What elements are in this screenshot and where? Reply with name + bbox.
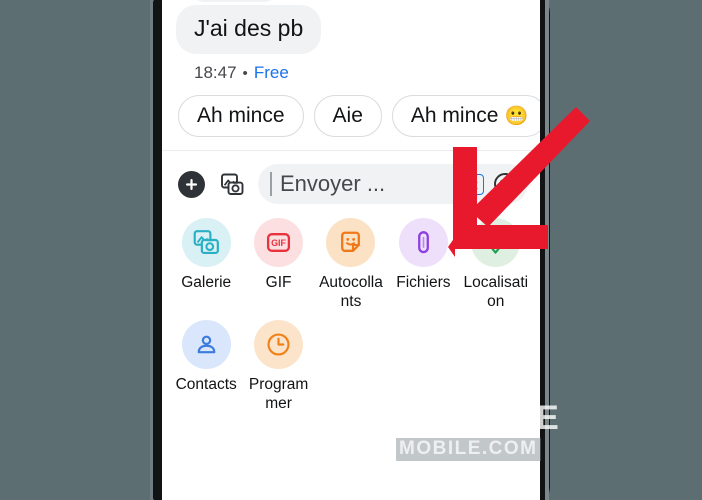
attachment-label: Autocollants (319, 274, 383, 311)
attachment-label: Fichiers (396, 274, 451, 291)
phone-screen: J'ai des pb 18:47 • Free Ah mince Aie Ah… (162, 0, 540, 500)
chip-label: Ah mince (197, 104, 285, 128)
incoming-message-text: J'ai des pb (194, 15, 304, 41)
attachment-panel: Envoyer ... 2 Galerie GIF GIF Autocollan… (162, 150, 540, 500)
attachment-grid: Galerie GIF GIF Autocollants Fichiers Lo… (162, 204, 540, 414)
attachment-item-fichiers[interactable]: Fichiers (387, 218, 459, 312)
attachment-item-localisation[interactable]: Localisation (460, 218, 532, 312)
attachment-item-contacts[interactable]: Contacts (170, 319, 242, 414)
smart-reply-chip-3[interactable]: Ah mince 😬 (391, 95, 540, 138)
sim-badge[interactable]: 2 (465, 173, 484, 195)
phone-bezel-left (150, 0, 153, 500)
gallery-icon (193, 230, 219, 255)
attachment-item-programmer[interactable]: Programmer (242, 319, 314, 414)
chip-label: Aie (332, 104, 363, 128)
composer-row: Envoyer ... 2 (162, 151, 540, 204)
plus-icon (177, 170, 205, 198)
attachment-label: Contacts (175, 375, 237, 393)
gallery-camera-icon (220, 173, 243, 195)
sticker-icon (341, 231, 361, 252)
message-timestamp: 18:47 (194, 63, 237, 83)
emoji-smiley-icon (494, 173, 516, 195)
clock-icon (267, 333, 290, 356)
gallery-camera-button[interactable] (217, 169, 247, 199)
smart-reply-chip-2[interactable]: Aie (313, 95, 382, 138)
smart-reply-chips: Ah mince Aie Ah mince 😬 (176, 95, 540, 138)
attachment-item-gif[interactable]: GIF GIF (242, 218, 314, 312)
attachment-label: Localisation (463, 274, 529, 311)
autocollants-icon-bg (326, 218, 376, 267)
gif-icon-bg: GIF (254, 218, 304, 267)
galerie-icon-bg (181, 218, 231, 267)
smart-reply-chip-1[interactable]: Ah mince (178, 95, 304, 138)
attachment-label: Programmer (248, 375, 309, 413)
conversation-area: J'ai des pb 18:47 • Free Ah mince Aie Ah… (162, 0, 540, 138)
message-input-field[interactable]: Envoyer ... 2 (258, 164, 528, 204)
gif-icon: GIF (267, 233, 291, 252)
incoming-message-bubble[interactable]: J'ai des pb (176, 5, 322, 55)
attachment-item-autocollants[interactable]: Autocollants (315, 218, 387, 312)
message-meta: 18:47 • Free (176, 63, 526, 83)
message-input-placeholder: Envoyer ... (280, 171, 386, 196)
chip-label: Ah mince (410, 104, 499, 128)
emoji-button[interactable] (492, 171, 518, 197)
fichiers-icon-bg (398, 218, 448, 267)
attachment-label: GIF (265, 274, 292, 291)
text-caret (270, 172, 272, 196)
add-attachment-button[interactable] (176, 169, 206, 199)
svg-text:GIF: GIF (271, 238, 286, 248)
chip-emoji-icon: 😬 (504, 106, 529, 128)
carrier-label: Free (253, 63, 289, 83)
localisation-icon-bg (471, 218, 521, 267)
meta-separator: • (242, 64, 248, 82)
attachment-item-galerie[interactable]: Galerie (170, 218, 242, 312)
previous-message-bubble-partial (190, 0, 278, 2)
map-pin-icon (487, 231, 505, 255)
paperclip-icon (417, 231, 429, 254)
person-icon (197, 335, 215, 354)
attachment-label: Galerie (181, 274, 232, 291)
phone-bezel-right (545, 0, 549, 500)
programmer-icon-bg (254, 319, 304, 369)
contacts-icon-bg (181, 319, 231, 369)
